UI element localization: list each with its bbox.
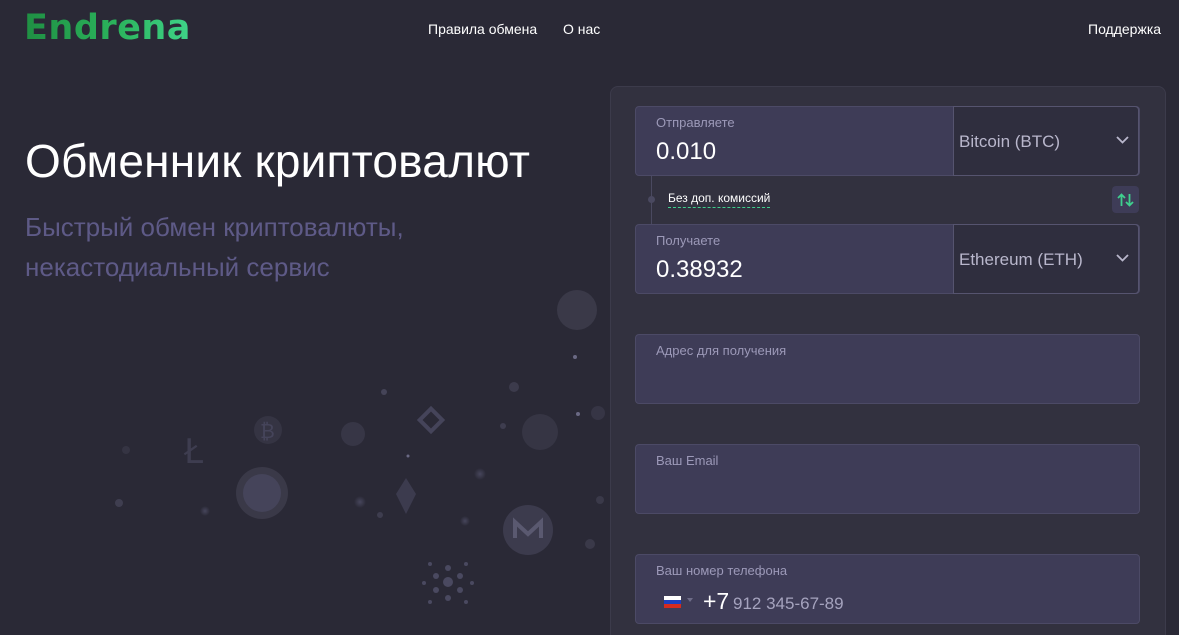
crypto-coins-decoration: ₿ Ł bbox=[115, 290, 605, 604]
site-header: Endrena Правила обмена О нас Поддержка bbox=[0, 0, 1179, 62]
nav-exchange-rules[interactable]: Правила обмена bbox=[428, 21, 537, 37]
send-currency-label: Bitcoin (BTC) bbox=[959, 132, 1061, 151]
litecoin-icon: Ł bbox=[183, 432, 203, 472]
email-label: Ваш Email bbox=[656, 453, 719, 468]
email-field[interactable]: Ваш Email bbox=[635, 444, 1140, 514]
hero-title: Обменник криптовалют bbox=[25, 135, 531, 187]
phone-field[interactable]: Ваш номер телефона +7 bbox=[635, 554, 1140, 624]
phone-country-code: +7 bbox=[703, 588, 730, 614]
receive-label: Получаете bbox=[656, 233, 721, 248]
phone-input[interactable] bbox=[733, 592, 1033, 616]
cardano-icon bbox=[422, 562, 474, 604]
send-currency-select[interactable]: Bitcoin (BTC) bbox=[953, 106, 1139, 176]
chevron-down-icon bbox=[1116, 254, 1129, 262]
swap-arrows-icon bbox=[1117, 192, 1134, 207]
receive-currency-label: Ethereum (ETH) bbox=[959, 250, 1083, 269]
russia-flag-icon[interactable] bbox=[664, 596, 681, 608]
email-input[interactable] bbox=[656, 477, 1116, 505]
phone-label: Ваш номер телефона bbox=[656, 563, 788, 578]
monero-icon bbox=[503, 505, 553, 555]
address-input[interactable] bbox=[656, 367, 1116, 395]
address-field[interactable]: Адрес для получения bbox=[635, 334, 1140, 404]
swap-button[interactable] bbox=[1112, 186, 1139, 213]
hero-subtitle: Быстрый обмен криптовалюты, некастодиаль… bbox=[25, 212, 404, 282]
chevron-down-icon bbox=[1116, 136, 1129, 144]
binance-icon bbox=[416, 405, 446, 435]
receive-currency-select[interactable]: Ethereum (ETH) bbox=[953, 224, 1139, 294]
country-caret-icon[interactable] bbox=[687, 598, 693, 602]
receive-amount-input[interactable] bbox=[656, 253, 946, 287]
commission-dot bbox=[648, 196, 655, 203]
nav-about[interactable]: О нас bbox=[563, 21, 600, 37]
address-label: Адрес для получения bbox=[656, 343, 787, 358]
coin-blur-icon bbox=[557, 290, 597, 330]
coin-blur-icon bbox=[522, 414, 558, 450]
send-label: Отправляете bbox=[656, 115, 735, 130]
receive-amount-box: Получаете Ethereum (ETH) bbox=[635, 224, 1140, 294]
site-logo[interactable]: Endrena bbox=[24, 8, 191, 48]
send-amount-input[interactable] bbox=[656, 135, 946, 169]
send-amount-box: Отправляете Bitcoin (BTC) bbox=[635, 106, 1140, 176]
no-commission-link[interactable]: Без доп. комиссий bbox=[668, 191, 771, 208]
svg-text:₿: ₿ bbox=[260, 419, 275, 443]
nav-support[interactable]: Поддержка bbox=[1088, 21, 1161, 37]
ethereum-icon bbox=[396, 478, 416, 514]
